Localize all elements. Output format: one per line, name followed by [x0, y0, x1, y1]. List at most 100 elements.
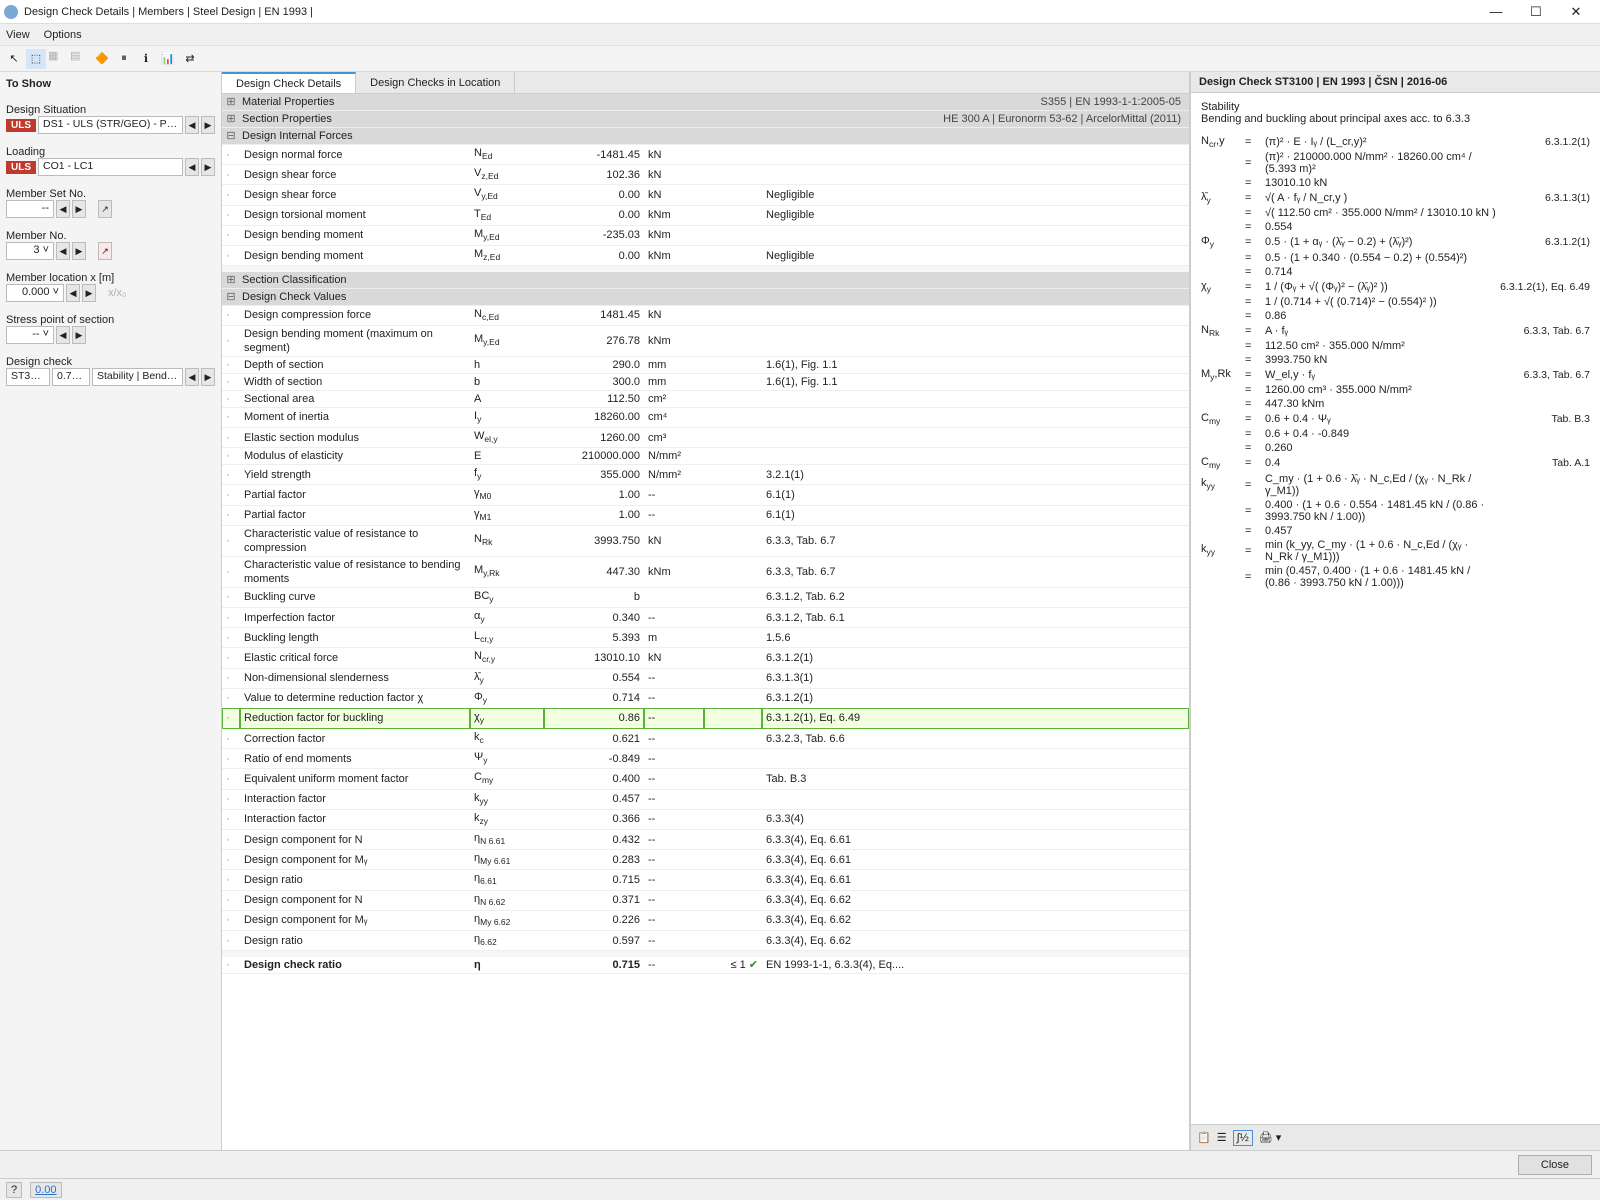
left-pane: To Show Design Situation ULS DS1 - ULS (…: [0, 72, 222, 1150]
goto-button[interactable]: ↗: [98, 242, 112, 260]
tool-filter-icon: ▤: [70, 49, 90, 69]
h-scrollbar[interactable]: [1191, 1112, 1600, 1124]
tool-chart-icon[interactable]: 📊: [158, 49, 178, 69]
tool-pointer-icon[interactable]: ⬚: [26, 49, 46, 69]
prev-button[interactable]: ◀: [56, 326, 70, 344]
tool-settings-icon[interactable]: ⇄: [180, 49, 200, 69]
tab-details[interactable]: Design Check Details: [222, 72, 356, 93]
table-row[interactable]: ·Width of sectionb300.0mm1.6(1), Fig. 1.…: [222, 373, 1189, 390]
table-row[interactable]: ·Depth of sectionh290.0mm1.6(1), Fig. 1.…: [222, 356, 1189, 373]
minimize-button[interactable]: —: [1476, 0, 1516, 24]
table-row[interactable]: ·Design compression forceNc,Ed1481.45kN: [222, 305, 1189, 325]
table-row[interactable]: ·Value to determine reduction factor χΦy…: [222, 688, 1189, 708]
loading-field[interactable]: CO1 - LC1: [38, 158, 183, 176]
next-button[interactable]: ▶: [72, 242, 86, 260]
menu-options[interactable]: Options: [44, 29, 82, 41]
tab-location[interactable]: Design Checks in Location: [356, 72, 515, 93]
section-header[interactable]: ⊟Design Internal Forces: [222, 128, 1189, 145]
prev-button[interactable]: ◀: [185, 116, 199, 134]
table-row[interactable]: ·Elastic critical forceNcr,y13010.10kN6.…: [222, 648, 1189, 668]
list-icon[interactable]: ☰: [1217, 1131, 1227, 1144]
table-row[interactable]: ·Interaction factorkzy0.366--6.3.3(4): [222, 809, 1189, 829]
print-icon[interactable]: 🖨 ▾: [1259, 1131, 1282, 1144]
table-row[interactable]: ·Ratio of end momentsΨy-0.849--: [222, 749, 1189, 769]
next-button[interactable]: ▶: [201, 368, 215, 386]
section-header[interactable]: ⊞Section PropertiesHE 300 A | Euronorm 5…: [222, 111, 1189, 128]
help-icon[interactable]: ?: [6, 1182, 22, 1198]
to-show-title: To Show: [6, 78, 215, 90]
tool-info-icon[interactable]: ℹ: [136, 49, 156, 69]
equation-row: =0.6 + 0.4 · -0.849: [1201, 428, 1590, 440]
tool-arrow-icon[interactable]: ↖: [4, 49, 24, 69]
table-row[interactable]: ·Design shear forceVy,Ed0.00kNNegligible: [222, 185, 1189, 205]
designcheck-label: Design check: [6, 356, 215, 368]
prev-button[interactable]: ◀: [56, 242, 70, 260]
table-row[interactable]: ·Design ratioη6.620.597--6.3.3(4), Eq. 6…: [222, 930, 1189, 950]
designcheck-id[interactable]: ST3100: [6, 368, 50, 386]
designcheck-type[interactable]: Stability | Bending a...: [92, 368, 183, 386]
table-row[interactable]: ·Moment of inertiaIy18260.00cm⁴: [222, 407, 1189, 427]
next-button[interactable]: ▶: [201, 116, 215, 134]
section-header[interactable]: ⊞Section Classification: [222, 272, 1189, 289]
table-row[interactable]: ·Design bending moment (maximum on segme…: [222, 325, 1189, 356]
design-situation-field[interactable]: DS1 - ULS (STR/GEO) - Permanent ...: [38, 116, 183, 134]
table-row[interactable]: ·Correction factorkc0.621--6.3.2.3, Tab.…: [222, 729, 1189, 749]
table-row[interactable]: ·Design torsional momentTEd0.00kNmNeglig…: [222, 205, 1189, 225]
prev-button[interactable]: ◀: [66, 284, 80, 302]
menu-view[interactable]: View: [6, 29, 30, 41]
table-row[interactable]: ·Buckling curveBCyb6.3.1.2, Tab. 6.2: [222, 587, 1189, 607]
table-row[interactable]: ·Characteristic value of resistance to c…: [222, 525, 1189, 556]
stresspoint-field[interactable]: -- ˅: [6, 326, 54, 344]
table-row[interactable]: ·Imperfection factorαy0.340--6.3.1.2, Ta…: [222, 607, 1189, 627]
next-button[interactable]: ▶: [82, 284, 96, 302]
section-header[interactable]: ⊟Design Check Values: [222, 288, 1189, 305]
memberset-field[interactable]: --: [6, 200, 54, 218]
section-header[interactable]: ⊞Material PropertiesS355 | EN 1993-1-1:2…: [222, 94, 1189, 111]
table-row[interactable]: ·Sectional areaA112.50cm²: [222, 390, 1189, 407]
table-row[interactable]: ·Partial factorγM01.00--6.1(1): [222, 485, 1189, 505]
formula-icon[interactable]: ∫½: [1233, 1130, 1253, 1146]
memberno-field[interactable]: 3 ˅: [6, 242, 54, 260]
table-row[interactable]: ·Reduction factor for bucklingχy0.86--6.…: [222, 708, 1189, 728]
table-row[interactable]: ·Design bending momentMz,Ed0.00kNmNeglig…: [222, 245, 1189, 265]
table-row[interactable]: ·Buckling lengthLcr,y5.393m1.5.6: [222, 628, 1189, 648]
table-row[interactable]: ·Design shear forceVz,Ed102.36kN: [222, 165, 1189, 185]
table-row[interactable]: ·Design component for NηN 6.610.432--6.3…: [222, 830, 1189, 850]
goto-button[interactable]: ↗: [98, 200, 112, 218]
next-button[interactable]: ▶: [201, 158, 215, 176]
tool-colors-icon[interactable]: 🔶: [92, 49, 112, 69]
tool-profile-icon[interactable]: ⏸: [114, 49, 134, 69]
equation-row: χy=1 / (Φᵧ + √( (Φᵧ)² − (λ̄ᵧ)² ))6.3.1.2…: [1201, 280, 1590, 294]
equation-row: =0.5 · (1 + 0.340 · (0.554 − 0.2) + (0.5…: [1201, 252, 1590, 264]
equation-row: =min (0.457, 0.400 · (1 + 0.6 · 1481.45 …: [1201, 565, 1590, 589]
stability-label: Stability: [1201, 101, 1590, 113]
table-row[interactable]: ·Interaction factorkyy0.457--: [222, 789, 1189, 809]
table-row[interactable]: ·Design component for MᵧηMy 6.620.226--6…: [222, 910, 1189, 930]
table-row[interactable]: ·Modulus of elasticityE210000.000N/mm²: [222, 448, 1189, 465]
next-button[interactable]: ▶: [72, 200, 86, 218]
close-button[interactable]: Close: [1518, 1155, 1592, 1175]
prev-button[interactable]: ◀: [185, 158, 199, 176]
table-row[interactable]: ·Design component for MᵧηMy 6.610.283--6…: [222, 850, 1189, 870]
close-window-button[interactable]: ✕: [1556, 0, 1596, 24]
table-row[interactable]: ·Design ratioη6.610.715--6.3.3(4), Eq. 6…: [222, 870, 1189, 890]
prev-button[interactable]: ◀: [56, 200, 70, 218]
equation-row: My,Rk=W_el,y · fᵧ6.3.3, Tab. 6.7: [1201, 368, 1590, 382]
prev-button[interactable]: ◀: [185, 368, 199, 386]
copy-icon[interactable]: 📋: [1197, 1131, 1211, 1144]
next-button[interactable]: ▶: [72, 326, 86, 344]
units-icon[interactable]: 0.00: [30, 1182, 61, 1198]
maximize-button[interactable]: ☐: [1516, 0, 1556, 24]
table-row[interactable]: ·Design bending momentMy,Ed-235.03kNm: [222, 225, 1189, 245]
memberloc-field[interactable]: 0.000 ˅: [6, 284, 64, 302]
table-row[interactable]: ·Non-dimensional slendernessλ̄y0.554--6.…: [222, 668, 1189, 688]
table-row[interactable]: ·Design normal forceNEd-1481.45kN: [222, 145, 1189, 165]
table-row[interactable]: ·Characteristic value of resistance to b…: [222, 556, 1189, 587]
table-row[interactable]: ·Equivalent uniform moment factorCmy0.40…: [222, 769, 1189, 789]
equation-row: =0.400 · (1 + 0.6 · 0.554 · 1481.45 kN /…: [1201, 499, 1590, 523]
statusbar: ? 0.00: [0, 1178, 1600, 1200]
table-row[interactable]: ·Design component for NηN 6.620.371--6.3…: [222, 890, 1189, 910]
table-row[interactable]: ·Yield strengthfy355.000N/mm²3.2.1(1): [222, 465, 1189, 485]
table-row[interactable]: ·Elastic section modulusWel,y1260.00cm³: [222, 428, 1189, 448]
table-row[interactable]: ·Partial factorγM11.00--6.1(1): [222, 505, 1189, 525]
